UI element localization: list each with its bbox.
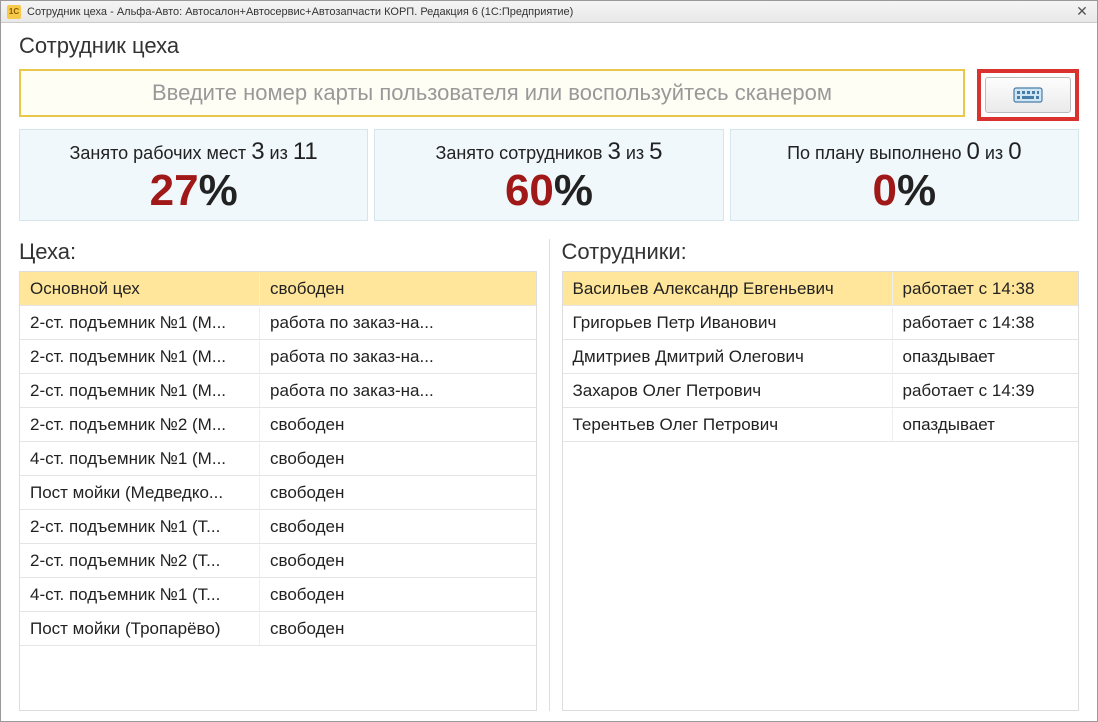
table-row[interactable]: Григорьев Петр Ивановичработает с 14:38	[563, 306, 1079, 340]
workshops-column: Цеха: Основной цехсвободен2-ст. подъемни…	[19, 239, 550, 711]
workshop-status-cell: свободен	[260, 613, 536, 645]
employees-table[interactable]: Васильев Александр Евгеньевичработает с …	[562, 271, 1080, 711]
workshop-name-cell: 4-ст. подъемник №1 (М...	[20, 443, 260, 475]
workshop-status-cell: работа по заказ-на...	[260, 341, 536, 373]
table-row[interactable]: 4-ст. подъемник №1 (М...свободен	[20, 442, 536, 476]
content-area: Сотрудник цеха	[1, 23, 1097, 721]
keyboard-button-highlight	[977, 69, 1079, 121]
columns: Цеха: Основной цехсвободен2-ст. подъемни…	[19, 239, 1079, 711]
stat-employees: Занято сотрудников 3 из 5 60%	[374, 129, 723, 221]
titlebar: 1C Сотрудник цеха - Альфа-Авто: Автосало…	[1, 1, 1097, 23]
employee-status-cell: работает с 14:39	[893, 375, 1079, 407]
workshop-name-cell: 4-ст. подъемник №1 (Т...	[20, 579, 260, 611]
table-row[interactable]: 2-ст. подъемник №1 (М...работа по заказ-…	[20, 374, 536, 408]
employee-name-cell: Захаров Олег Петрович	[563, 375, 893, 407]
workshop-name-cell: Пост мойки (Медведко...	[20, 477, 260, 509]
employee-status-cell: опаздывает	[893, 409, 1079, 441]
employee-status-cell: работает с 14:38	[893, 273, 1079, 305]
table-row[interactable]: 2-ст. подъемник №1 (Т...свободен	[20, 510, 536, 544]
workshop-status-cell: свободен	[260, 545, 536, 577]
close-icon: ✕	[1076, 3, 1088, 20]
workshop-name-cell: Пост мойки (Тропарёво)	[20, 613, 260, 645]
workshop-status-cell: работа по заказ-на...	[260, 375, 536, 407]
employee-name-cell: Григорьев Петр Иванович	[563, 307, 893, 339]
titlebar-text: Сотрудник цеха - Альфа-Авто: Автосалон+А…	[27, 6, 1073, 18]
table-row[interactable]: 4-ст. подъемник №1 (Т...свободен	[20, 578, 536, 612]
stat-workplaces-label: Занято рабочих мест 3 из 11	[24, 138, 363, 166]
keyboard-icon	[1013, 85, 1043, 105]
employee-name-cell: Дмитриев Дмитрий Олегович	[563, 341, 893, 373]
table-row[interactable]: Терентьев Олег Петровичопаздывает	[563, 408, 1079, 442]
employee-name-cell: Терентьев Олег Петрович	[563, 409, 893, 441]
workshop-name-cell: Основной цех	[20, 273, 260, 305]
workshop-status-cell: работа по заказ-на...	[260, 307, 536, 339]
workshop-name-cell: 2-ст. подъемник №1 (М...	[20, 307, 260, 339]
stat-employees-label: Занято сотрудников 3 из 5	[379, 138, 718, 166]
workshops-table[interactable]: Основной цехсвободен2-ст. подъемник №1 (…	[19, 271, 537, 711]
table-row[interactable]: Основной цехсвободен	[20, 272, 536, 306]
workshop-name-cell: 2-ст. подъемник №1 (М...	[20, 341, 260, 373]
workshop-name-cell: 2-ст. подъемник №1 (М...	[20, 375, 260, 407]
table-row[interactable]: Васильев Александр Евгеньевичработает с …	[563, 272, 1079, 306]
table-row[interactable]: 2-ст. подъемник №2 (М...свободен	[20, 408, 536, 442]
employee-name-cell: Васильев Александр Евгеньевич	[563, 273, 893, 305]
stats-row: Занято рабочих мест 3 из 11 27% Занято с…	[19, 129, 1079, 221]
workshop-name-cell: 2-ст. подъемник №2 (М...	[20, 409, 260, 441]
table-row[interactable]: Пост мойки (Тропарёво)свободен	[20, 612, 536, 646]
keyboard-button[interactable]	[985, 77, 1071, 113]
employee-status-cell: опаздывает	[893, 341, 1079, 373]
stat-workplaces: Занято рабочих мест 3 из 11 27%	[19, 129, 368, 221]
table-row[interactable]: 2-ст. подъемник №1 (М...работа по заказ-…	[20, 340, 536, 374]
table-row[interactable]: Пост мойки (Медведко...свободен	[20, 476, 536, 510]
close-button[interactable]: ✕	[1073, 4, 1091, 20]
page-title: Сотрудник цеха	[19, 33, 1079, 59]
workshop-status-cell: свободен	[260, 443, 536, 475]
card-number-input[interactable]	[19, 69, 965, 117]
stat-plan: По плану выполнено 0 из 0 0%	[730, 129, 1079, 221]
table-row[interactable]: Дмитриев Дмитрий Олеговичопаздывает	[563, 340, 1079, 374]
table-row[interactable]: Захаров Олег Петровичработает с 14:39	[563, 374, 1079, 408]
employees-column: Сотрудники: Васильев Александр Евгеньеви…	[550, 239, 1080, 711]
app-window: 1C Сотрудник цеха - Альфа-Авто: Автосало…	[0, 0, 1098, 722]
workshop-status-cell: свободен	[260, 477, 536, 509]
workshop-name-cell: 2-ст. подъемник №1 (Т...	[20, 511, 260, 543]
stat-employees-value: 60%	[379, 168, 718, 214]
table-row[interactable]: 2-ст. подъемник №2 (Т...свободен	[20, 544, 536, 578]
employee-status-cell: работает с 14:38	[893, 307, 1079, 339]
workshop-name-cell: 2-ст. подъемник №2 (Т...	[20, 545, 260, 577]
stat-plan-label: По плану выполнено 0 из 0	[735, 138, 1074, 166]
table-row[interactable]: 2-ст. подъемник №1 (М...работа по заказ-…	[20, 306, 536, 340]
card-input-row	[19, 69, 1079, 121]
stat-workplaces-value: 27%	[24, 168, 363, 214]
workshop-status-cell: свободен	[260, 273, 536, 305]
app-icon: 1C	[7, 5, 21, 19]
stat-plan-value: 0%	[735, 168, 1074, 214]
employees-title: Сотрудники:	[562, 239, 1080, 265]
workshop-status-cell: свободен	[260, 579, 536, 611]
workshop-status-cell: свободен	[260, 409, 536, 441]
workshop-status-cell: свободен	[260, 511, 536, 543]
workshops-title: Цеха:	[19, 239, 537, 265]
